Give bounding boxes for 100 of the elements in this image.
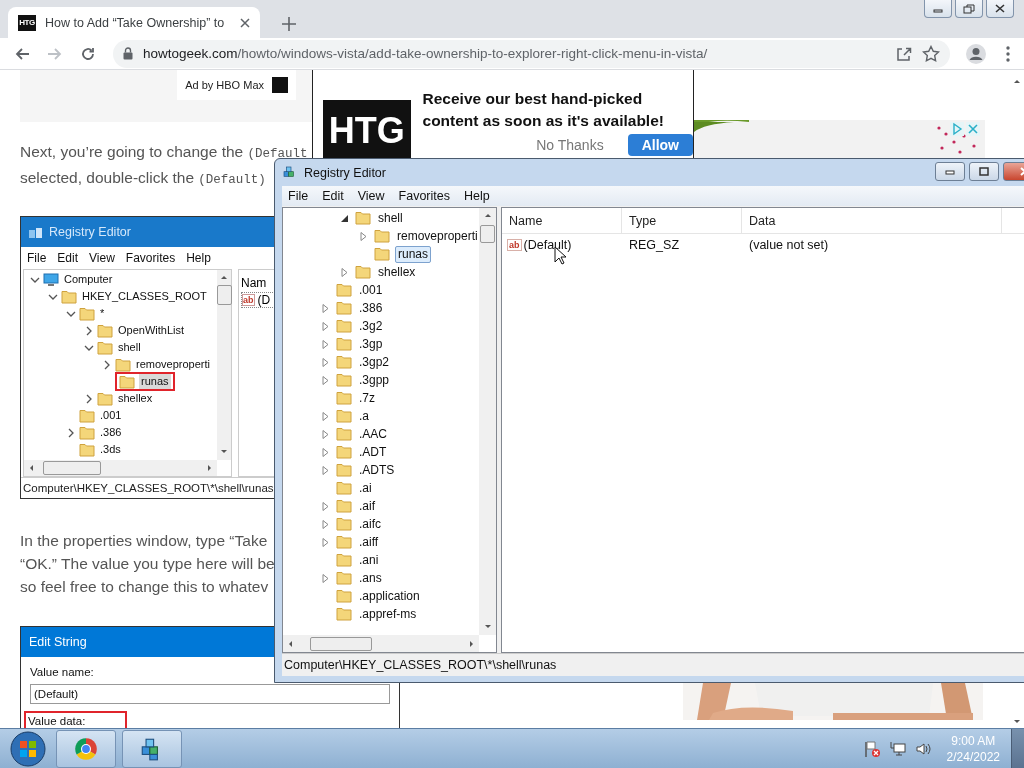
column-header[interactable]: Nam [241,276,267,290]
expand-triangle-icon[interactable] [321,375,331,385]
expand-triangle-icon[interactable] [321,411,331,421]
value-name[interactable]: (Default) [523,238,572,252]
tree-item[interactable]: Computer [62,272,115,287]
network-icon[interactable] [888,739,907,758]
tree-item[interactable]: .3ds [98,442,123,457]
tree-item[interactable]: removeproperti [395,228,479,244]
tree-item[interactable]: shellex [116,391,155,406]
scroll-thumb[interactable] [43,461,101,475]
allow-button[interactable]: Allow [627,134,693,156]
tree-item[interactable]: .386 [357,300,385,316]
tree-item[interactable]: shell [116,340,143,355]
expand-triangle-icon[interactable] [321,501,331,511]
clock-date: 2/24/2022 [946,748,1000,765]
menu-item[interactable]: Favorites [125,251,176,265]
minimize-button[interactable] [924,0,952,18]
tree-item[interactable]: OpenWithList [116,323,187,338]
menu-item[interactable]: Edit [322,189,344,203]
folder-icon [79,425,95,440]
column-header[interactable]: Type [622,208,742,233]
more-menu-icon[interactable] [1006,45,1010,62]
tree-item[interactable]: .ani [357,552,381,568]
expand-triangle-icon[interactable] [321,573,331,583]
paragraph-line: “OK.” The value you type here will be [20,554,275,574]
expand-triangle-icon[interactable] [321,303,331,313]
expand-triangle-icon[interactable] [321,339,331,349]
tree-item[interactable]: shell [376,210,405,226]
new-tab-plus-icon[interactable] [282,17,296,31]
column-header[interactable]: Data [742,208,1002,233]
tree-item[interactable]: removeproperti [134,357,212,372]
scroll-thumb[interactable] [310,636,372,651]
tree-item[interactable]: .3gpp [357,372,392,388]
folder-icon [336,373,352,387]
dismiss-button[interactable]: No Thanks [522,134,618,156]
restore-button[interactable] [955,0,983,18]
expand-triangle-icon[interactable] [340,267,350,277]
tree-item[interactable]: .aif [357,498,377,514]
collapse-triangle-icon[interactable] [340,213,350,223]
tree-item[interactable]: .3gp [357,336,385,352]
expand-triangle-icon[interactable] [321,321,331,331]
tree-item[interactable]: .3g2 [357,318,385,334]
tree-item[interactable]: * [98,306,107,321]
chevron-right-icon[interactable] [84,393,94,404]
tree-item[interactable]: .001 [98,408,124,423]
address-bar[interactable]: howtogeek.com/howto/windows-vista/add-take-ownership-to-explorer-right-click-menu-in-vista/ [113,39,950,68]
menu-item[interactable]: View [357,189,385,203]
chevron-right-icon[interactable] [66,427,76,438]
tree-item[interactable]: .3gp2 [357,354,392,370]
tree-item[interactable]: .ADTS [357,462,397,478]
tree-item[interactable]: runas [139,374,171,389]
tree-item[interactable]: HKEY_CLASSES_ROOT [80,289,209,304]
tree-item[interactable]: shellex [376,264,418,280]
tree-item[interactable]: .AAC [357,426,389,442]
back-arrow-icon [14,45,30,62]
close-icon[interactable] [240,17,250,28]
menu-item[interactable]: File [27,251,47,265]
tree-item[interactable]: .aifc [357,516,383,532]
expand-triangle-icon[interactable] [321,537,331,547]
tree-item[interactable]: .aiff [357,534,381,550]
close-button[interactable] [986,0,1014,18]
expand-triangle-icon[interactable] [321,465,331,475]
value-name-field[interactable]: (Default) [30,684,390,704]
tree-item[interactable]: .386 [98,425,124,440]
expand-triangle-icon[interactable] [359,231,369,241]
minimize-button[interactable] [935,162,965,181]
tree-item[interactable]: .001 [357,282,385,298]
expand-triangle-icon[interactable] [321,357,331,367]
maximize-button[interactable] [969,162,999,181]
tree-item[interactable]: runas [395,245,432,263]
menu-item[interactable]: Edit [57,251,79,265]
chevron-right-icon[interactable] [84,325,94,336]
tree-item[interactable]: .7z [357,390,377,406]
menu-item[interactable]: File [288,189,309,203]
tree-item[interactable]: .a [357,408,371,424]
expand-triangle-icon[interactable] [321,429,331,439]
star-icon[interactable] [922,44,940,63]
folder-icon [355,265,371,279]
tree-item[interactable]: .ai [357,480,374,496]
scroll-thumb[interactable] [216,285,232,305]
menu-item[interactable]: Help [464,189,490,203]
taskbar-button[interactable] [122,729,182,768]
expand-triangle-icon[interactable] [321,447,331,457]
column-header[interactable]: Name [502,208,622,233]
tree-item[interactable]: .ans [357,570,384,586]
value-name[interactable]: (D [257,293,271,307]
taskbar-button[interactable] [56,729,116,768]
profile-avatar-icon[interactable] [965,42,987,65]
chevron-right-icon[interactable] [102,359,112,370]
menu-item[interactable]: Help [186,251,211,265]
menu-item[interactable]: Favorites [398,189,450,203]
share-icon[interactable] [896,45,912,62]
browser-tab[interactable]: HTG How to Add “Take Ownership” to [8,7,260,38]
tree-item[interactable]: .ADT [357,444,389,460]
flag-error-icon[interactable] [862,739,881,758]
tree-item[interactable]: .appref-ms [357,606,419,622]
expand-triangle-icon[interactable] [321,519,331,529]
scroll-thumb[interactable] [480,225,495,243]
menu-item[interactable]: View [89,251,115,265]
tree-item[interactable]: .application [357,588,422,604]
